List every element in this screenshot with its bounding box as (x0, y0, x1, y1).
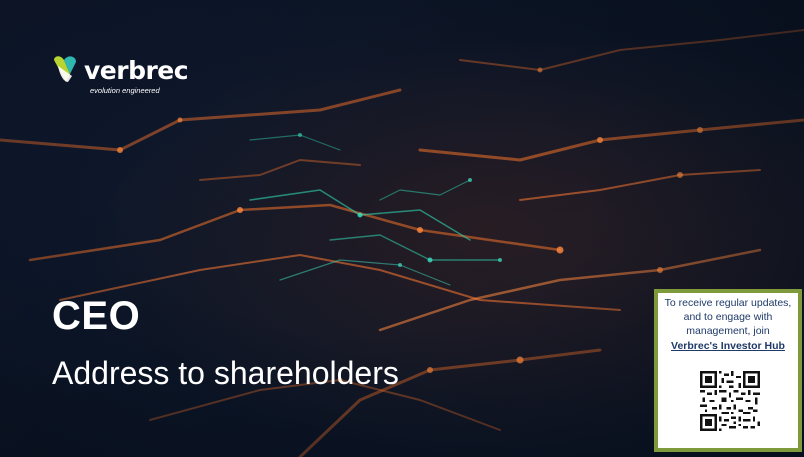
verbrec-logo: verbrec evolution engineered (50, 52, 200, 100)
logo-wordmark: verbrec (84, 56, 189, 85)
logo-tagline: evolution engineered (90, 86, 160, 95)
investor-hub-description: To receive regular updates, and to engag… (664, 297, 792, 337)
qr-code-icon[interactable] (700, 371, 760, 431)
investor-hub-callout: To receive regular updates, and to engag… (654, 289, 802, 452)
slide-title: CEO (52, 294, 141, 338)
investor-hub-text: To receive regular updates, and to engag… (660, 296, 796, 353)
slide-subtitle: Address to shareholders (52, 355, 399, 391)
presentation-slide: verbrec evolution engineered CEO Address… (0, 0, 804, 457)
investor-hub-link[interactable]: Verbrec's Investor Hub (660, 339, 796, 353)
